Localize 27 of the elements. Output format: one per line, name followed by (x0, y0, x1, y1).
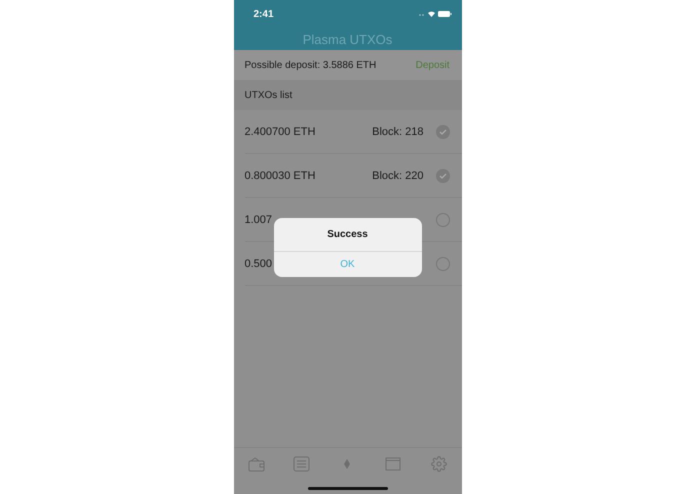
settings-icon (430, 456, 447, 472)
checkmark-icon (438, 172, 446, 178)
deposit-label: Possible deposit: 3.5886 ETH (244, 60, 376, 70)
deposit-link[interactable]: Deposit (416, 60, 450, 70)
section-title: UTXOs list (244, 90, 292, 100)
ether-icon (344, 459, 350, 469)
block-number-label: Block: 218 (372, 126, 424, 138)
utxo-checkbox[interactable] (436, 168, 450, 182)
utxo-amount: 0.800030 ETH (244, 170, 316, 182)
status-time: 2:41 (254, 8, 274, 20)
utxo-amount: 1.007 (244, 214, 272, 226)
block-number-label: Block: 220 (372, 170, 424, 182)
utxo-checkbox[interactable] (436, 256, 450, 270)
utxo-amount: 0.500 (244, 258, 272, 270)
browser-window-icon (385, 457, 402, 471)
utxo-checkbox[interactable] (436, 124, 450, 138)
list-icon (293, 456, 310, 472)
alert-title: Success (274, 218, 422, 252)
ok-button[interactable]: OK (274, 252, 422, 277)
status-icons (418, 10, 452, 18)
tab-button[interactable] (428, 454, 449, 474)
tab-button[interactable] (292, 454, 312, 474)
checkmark-icon (438, 128, 446, 134)
utxo-checkbox[interactable] (436, 212, 450, 226)
wallet-icon (248, 456, 265, 472)
utxo-amount: 2.400700 ETH (244, 126, 316, 138)
screen-title: Plasma UTXOs (302, 30, 394, 48)
